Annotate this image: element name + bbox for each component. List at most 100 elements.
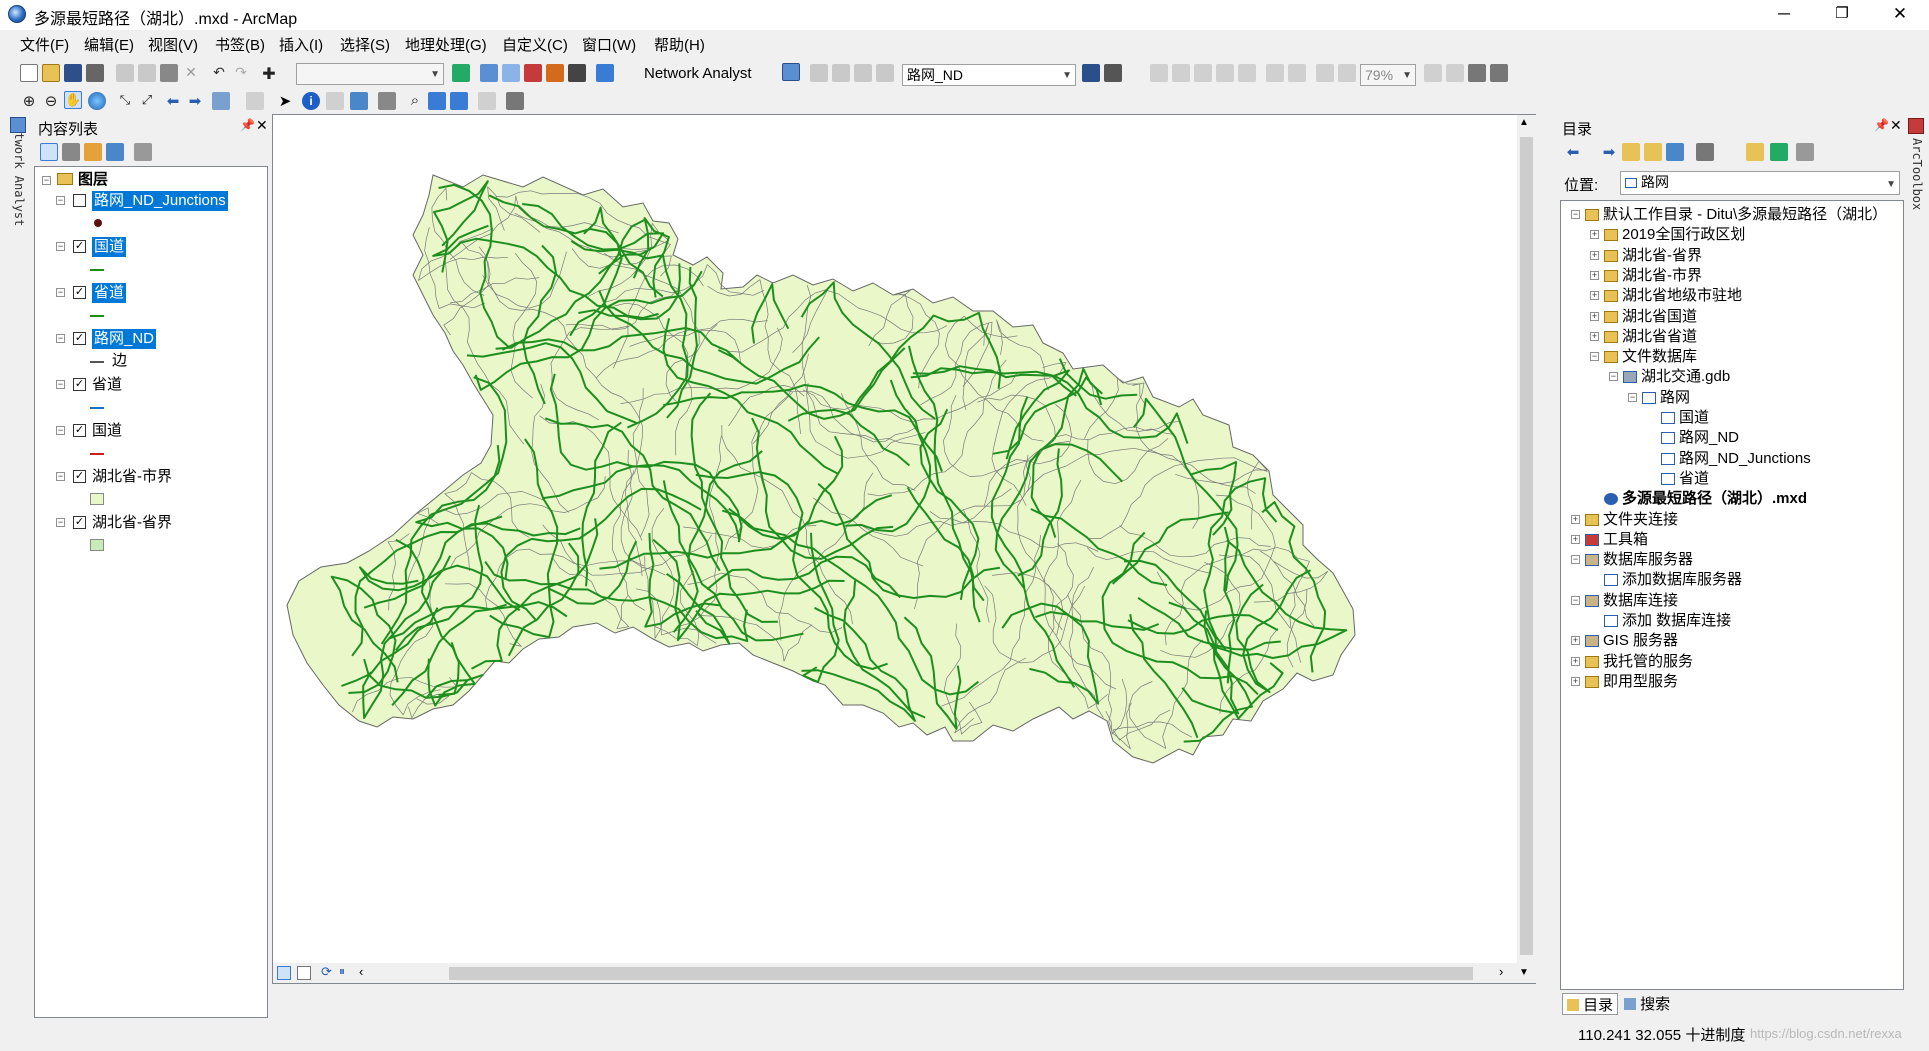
catalog-view-options-icon[interactable] bbox=[1696, 143, 1714, 161]
network-analyst-window-icon[interactable] bbox=[782, 63, 800, 81]
arctoolbox-side-tab[interactable]: ArcToolbox bbox=[1910, 138, 1924, 238]
menu-selection[interactable]: 选择(S) bbox=[340, 34, 390, 55]
arctoolbox-tab-icon[interactable] bbox=[1908, 118, 1924, 134]
catalog-item[interactable]: + 湖北省-市界 bbox=[1561, 266, 1901, 286]
catalog-item[interactable]: + 我托管的服务 bbox=[1561, 652, 1901, 672]
identify-icon[interactable]: i bbox=[302, 92, 320, 110]
menu-geoprocessing[interactable]: 地理处理(G) bbox=[405, 34, 487, 55]
network-dataset-combo[interactable]: 路网_ND ▼ bbox=[902, 64, 1076, 86]
catalog-window-icon[interactable] bbox=[502, 64, 520, 82]
vertical-scroll-thumb[interactable] bbox=[1520, 137, 1533, 955]
scroll-right-icon[interactable]: › bbox=[1499, 964, 1503, 979]
list-by-drawing-order-icon[interactable] bbox=[40, 143, 58, 161]
collapse-icon[interactable]: − bbox=[1628, 392, 1637, 402]
layer-name[interactable]: 湖北省-省界 bbox=[92, 513, 172, 533]
scroll-left-icon[interactable]: ‹ bbox=[359, 964, 363, 979]
layer-collapse-icon[interactable]: − bbox=[56, 288, 65, 297]
location-combo[interactable]: 路网 ▼ bbox=[1620, 171, 1900, 195]
fixed-zoom-in-arrows-icon[interactable]: ⤡ bbox=[116, 92, 134, 110]
add-data-icon[interactable]: ✚ bbox=[260, 64, 278, 83]
catalog-item[interactable]: 省道 bbox=[1561, 469, 1901, 489]
select-elements-icon[interactable]: ➤ bbox=[276, 92, 294, 110]
horizontal-scroll-thumb[interactable] bbox=[449, 967, 1473, 980]
change-layout-icon[interactable] bbox=[1468, 64, 1486, 82]
layers-collapse-icon[interactable]: − bbox=[42, 176, 51, 185]
pan-icon[interactable]: ✋ bbox=[64, 91, 82, 109]
layer-collapse-icon[interactable]: − bbox=[56, 242, 65, 251]
layer-collapse-icon[interactable]: − bbox=[56, 472, 65, 481]
maximize-button[interactable]: ❐ bbox=[1813, 0, 1871, 30]
catalog-new-folder-icon[interactable] bbox=[1746, 143, 1764, 161]
expand-icon[interactable]: + bbox=[1571, 636, 1580, 646]
layer-name[interactable]: 省道 bbox=[92, 375, 122, 395]
network-analyst-menu[interactable]: Network Analyst bbox=[644, 65, 752, 82]
collapse-icon[interactable]: − bbox=[1571, 595, 1580, 605]
toc-layer-row[interactable]: − ✓ 省道 bbox=[35, 281, 265, 325]
python-window-icon[interactable] bbox=[568, 64, 586, 82]
collapse-icon[interactable]: − bbox=[1590, 352, 1599, 362]
menu-file[interactable]: 文件(F) bbox=[20, 34, 69, 55]
layer-collapse-icon[interactable]: − bbox=[56, 380, 65, 389]
catalog-up-level-icon[interactable] bbox=[1622, 143, 1640, 161]
refresh-icon[interactable]: ⟳ bbox=[321, 964, 332, 980]
expand-icon[interactable]: + bbox=[1590, 331, 1599, 341]
search-window-icon[interactable] bbox=[524, 64, 542, 82]
model-builder-icon[interactable] bbox=[596, 64, 614, 82]
network-analyst-side-tab[interactable]: Network Analyst bbox=[12, 118, 26, 268]
catalog-item[interactable]: + 工具箱 bbox=[1561, 530, 1901, 550]
go-back-icon[interactable]: ⬅ bbox=[164, 92, 182, 110]
layout-view-icon[interactable] bbox=[297, 966, 311, 980]
paste-icon[interactable] bbox=[160, 64, 178, 82]
catalog-item[interactable]: + 湖北省省道 bbox=[1561, 327, 1901, 347]
toc-layer-row[interactable]: − ✓ 国道 bbox=[35, 419, 265, 463]
toc-pin-icon[interactable]: 📌 bbox=[240, 118, 255, 132]
layer-visibility-checkbox[interactable]: ✓ bbox=[73, 424, 86, 437]
expand-icon[interactable]: + bbox=[1590, 230, 1599, 240]
expand-icon[interactable]: + bbox=[1590, 291, 1599, 301]
editor-toolbar-icon[interactable] bbox=[452, 64, 470, 82]
scroll-down-icon[interactable]: ▼ bbox=[1519, 967, 1529, 978]
html-popup-icon[interactable] bbox=[350, 92, 368, 110]
layer-name[interactable]: 国道 bbox=[92, 421, 122, 441]
catalog-item[interactable]: − 默认工作目录 - Ditu\多源最短路径（湖北） bbox=[1561, 205, 1901, 225]
toc-layer-row[interactable]: − 路网_ND_Junctions bbox=[35, 189, 265, 233]
layer-collapse-icon[interactable]: − bbox=[56, 426, 65, 435]
network-identify-icon[interactable] bbox=[1104, 64, 1122, 82]
catalog-item[interactable]: 添加数据库服务器 bbox=[1561, 570, 1901, 590]
expand-icon[interactable]: + bbox=[1571, 514, 1580, 524]
table-of-contents-icon[interactable] bbox=[480, 64, 498, 82]
map-canvas[interactable] bbox=[273, 115, 1515, 963]
catalog-toggle-tree-icon[interactable] bbox=[1770, 143, 1788, 161]
layer-name[interactable]: 路网_ND_Junctions bbox=[92, 191, 228, 211]
layer-visibility-checkbox[interactable]: ✓ bbox=[73, 378, 86, 391]
catalog-options-icon[interactable] bbox=[1796, 143, 1814, 161]
list-by-visibility-icon[interactable] bbox=[84, 143, 102, 161]
zoom-in-icon[interactable]: ⊕ bbox=[20, 92, 38, 110]
go-to-xy-icon[interactable] bbox=[450, 92, 468, 110]
list-by-selection-icon[interactable] bbox=[106, 143, 124, 161]
catalog-item[interactable]: + 即用型服务 bbox=[1561, 672, 1901, 692]
expand-icon[interactable]: + bbox=[1590, 250, 1599, 260]
menu-edit[interactable]: 编辑(E) bbox=[84, 34, 134, 55]
print-icon[interactable] bbox=[86, 64, 104, 82]
toc-layer-row[interactable]: − ✓ 路网_ND 边 bbox=[35, 327, 265, 371]
catalog-item[interactable]: 添加 数据库连接 bbox=[1561, 611, 1901, 631]
catalog-item[interactable]: 多源最短路径（湖北）.mxd bbox=[1561, 489, 1901, 509]
toc-close-icon[interactable]: ✕ bbox=[256, 117, 268, 134]
menu-customize[interactable]: 自定义(C) bbox=[502, 34, 568, 55]
layer-visibility-checkbox[interactable]: ✓ bbox=[73, 332, 86, 345]
layer-visibility-checkbox[interactable]: ✓ bbox=[73, 516, 86, 529]
expand-icon[interactable]: + bbox=[1590, 270, 1599, 280]
toc-layer-row[interactable]: − ✓ 国道 bbox=[35, 235, 265, 279]
map-vertical-scrollbar[interactable]: ▲ ▼ bbox=[1517, 115, 1536, 983]
collapse-icon[interactable]: − bbox=[1609, 372, 1618, 382]
find-route-icon[interactable] bbox=[428, 92, 446, 110]
layer-name[interactable]: 湖北省-市界 bbox=[92, 467, 172, 487]
minimize-button[interactable]: ─ bbox=[1755, 0, 1813, 30]
menu-insert[interactable]: 插入(I) bbox=[279, 34, 323, 55]
zoom-out-icon[interactable]: ⊖ bbox=[42, 92, 60, 110]
fixed-zoom-out-arrows-icon[interactable]: ⤢ bbox=[138, 92, 156, 110]
measure-icon[interactable] bbox=[378, 92, 396, 110]
save-icon[interactable] bbox=[64, 64, 82, 82]
toc-options-icon[interactable] bbox=[134, 143, 152, 161]
